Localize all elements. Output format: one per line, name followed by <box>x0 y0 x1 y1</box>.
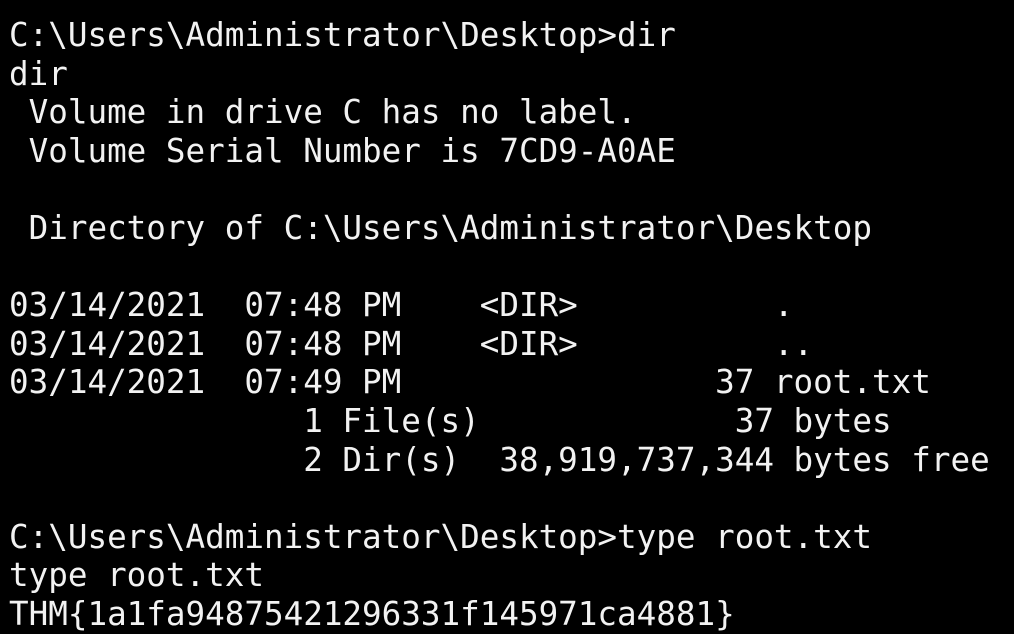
prompt-type-command: C:\Users\Administrator\Desktop>type root… <box>9 517 873 556</box>
dirs-summary: 2 Dir(s) 38,919,737,344 bytes free <box>9 440 990 479</box>
volume-label-line: Volume in drive C has no label. <box>9 93 637 132</box>
files-summary: 1 File(s) 37 bytes <box>9 401 892 440</box>
terminal-output[interactable]: C:\Users\Administrator\Desktop>dir dir V… <box>0 0 1014 633</box>
flag-output: THM{1a1fa94875421296331f145971ca4881} <box>9 594 735 633</box>
directory-of-line: Directory of C:\Users\Administrator\Desk… <box>9 208 873 247</box>
file-entry-root-txt: 03/14/2021 07:49 PM 37 root.txt <box>9 363 931 402</box>
echo-dir: dir <box>9 54 68 93</box>
volume-serial-line: Volume Serial Number is 7CD9-A0AE <box>9 131 676 170</box>
dir-entry-parent: 03/14/2021 07:48 PM <DIR> .. <box>9 324 814 363</box>
dir-entry-current: 03/14/2021 07:48 PM <DIR> . <box>9 286 794 325</box>
echo-type: type root.txt <box>9 556 264 595</box>
prompt-dir-command: C:\Users\Administrator\Desktop>dir <box>9 16 676 54</box>
